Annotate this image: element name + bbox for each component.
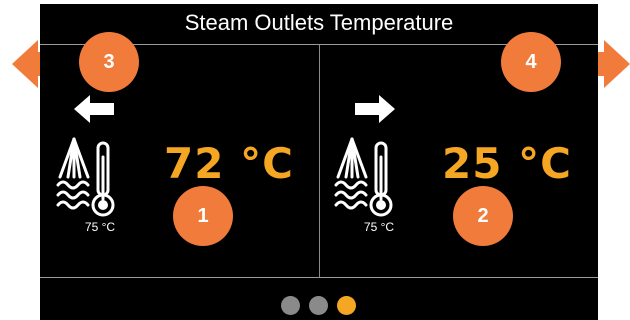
- callout-badge-4: 4: [501, 32, 561, 92]
- steam-thermometer-icon: [334, 137, 393, 217]
- page-dot-1[interactable]: [281, 296, 300, 315]
- outlet-panel-right[interactable]: 75 °C 25 °C: [320, 45, 598, 277]
- callout-badge-2: 2: [453, 186, 513, 246]
- outlet-panel-left[interactable]: 75 °C 72 °C: [40, 45, 319, 277]
- setpoint-label: 75 °C: [363, 220, 395, 234]
- page-dot-2[interactable]: [309, 296, 328, 315]
- arrow-right-icon: [355, 95, 395, 123]
- outlet-temperature-value: 72 °C: [164, 139, 294, 188]
- outlet-temperature-value: 25 °C: [442, 139, 572, 188]
- callout-badge-1: 1: [173, 186, 233, 246]
- arrow-left-icon: [74, 95, 114, 123]
- steam-thermometer-icon: [56, 137, 115, 217]
- page-dot-3-active[interactable]: [337, 296, 356, 315]
- footer-divider: [40, 277, 598, 278]
- callout-badge-3: 3: [79, 32, 139, 92]
- setpoint-label: 75 °C: [84, 220, 116, 234]
